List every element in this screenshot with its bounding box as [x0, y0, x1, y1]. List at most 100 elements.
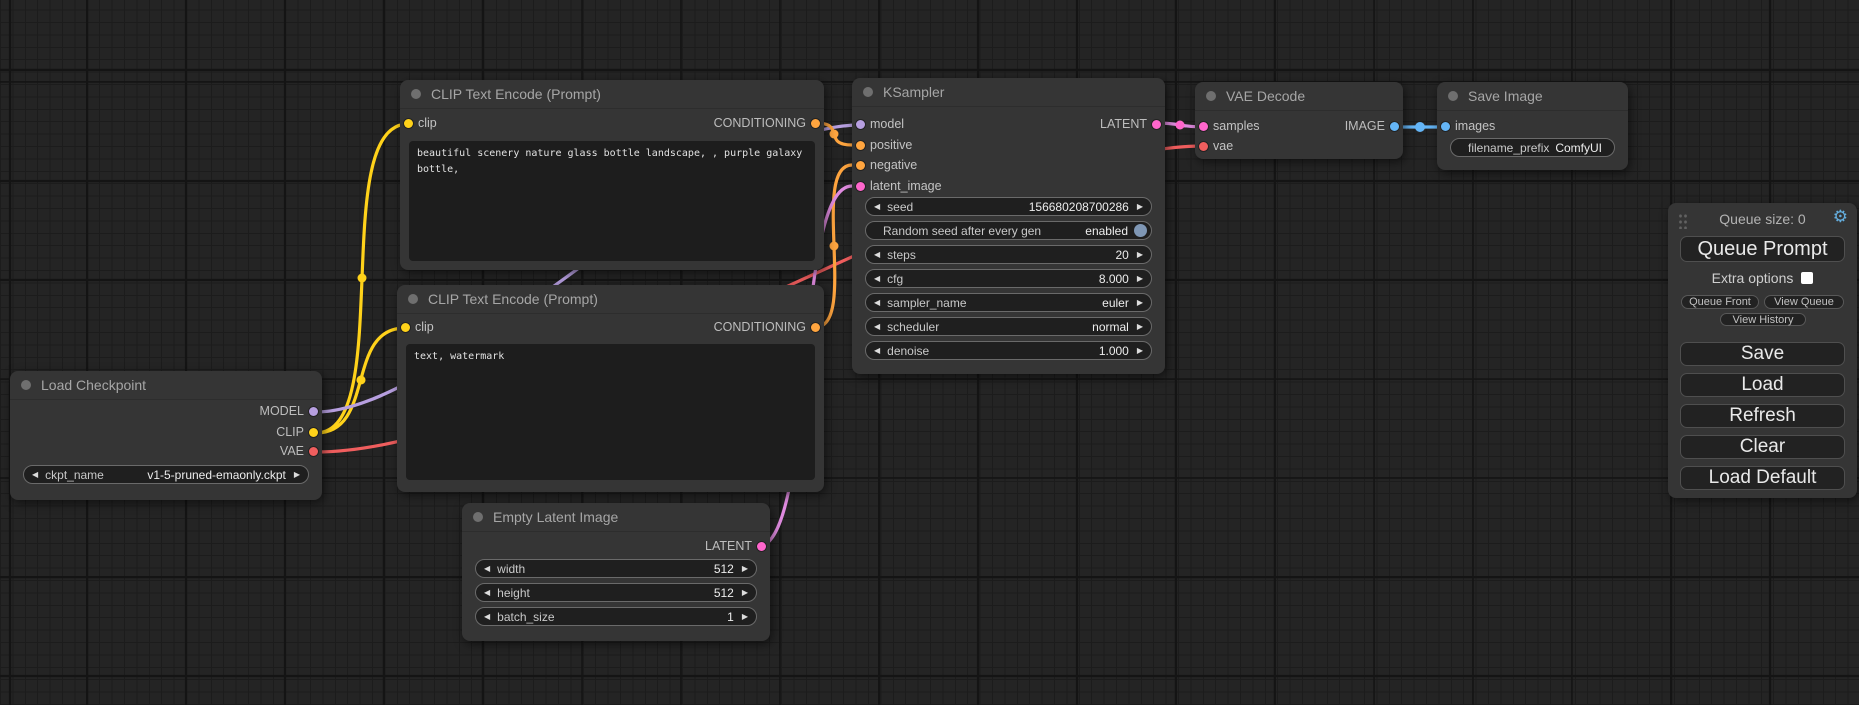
widget-scheduler[interactable]: ◀ scheduler normal ▶: [865, 317, 1152, 336]
port-clip-input[interactable]: [401, 323, 410, 332]
increment-arrow-icon[interactable]: ▶: [1137, 299, 1143, 307]
widget-height[interactable]: ◀ height 512 ▶: [475, 583, 757, 602]
view-queue-button[interactable]: View Queue: [1764, 295, 1844, 309]
queue-front-button[interactable]: Queue Front: [1681, 295, 1759, 309]
port-image-output[interactable]: [1390, 122, 1399, 131]
increment-arrow-icon[interactable]: ▶: [1137, 203, 1143, 211]
node-header[interactable]: CLIP Text Encode (Prompt): [400, 80, 824, 109]
decrement-arrow-icon[interactable]: ◀: [874, 323, 880, 331]
increment-arrow-icon[interactable]: ▶: [742, 589, 748, 597]
port-positive-input[interactable]: [856, 141, 865, 150]
node-header[interactable]: CLIP Text Encode (Prompt): [397, 285, 824, 314]
toggle-circle-icon[interactable]: [1134, 224, 1147, 237]
node-load-checkpoint[interactable]: Load Checkpoint MODEL CLIP VAE ◀ ckpt_na…: [10, 371, 322, 500]
port-model-input[interactable]: [856, 120, 865, 129]
collapse-dot-icon[interactable]: [411, 89, 421, 99]
widget-denoise[interactable]: ◀ denoise 1.000 ▶: [865, 341, 1152, 360]
widget-width[interactable]: ◀ width 512 ▶: [475, 559, 757, 578]
output-label: CONDITIONING: [714, 320, 806, 334]
increment-arrow-icon[interactable]: ▶: [1137, 251, 1143, 259]
port-conditioning-output[interactable]: [811, 323, 820, 332]
port-clip-output[interactable]: [309, 428, 318, 437]
node-clip-text-encode-negative[interactable]: CLIP Text Encode (Prompt) clip CONDITION…: [397, 285, 824, 492]
widget-label: batch_size: [497, 610, 554, 624]
collapse-dot-icon[interactable]: [21, 380, 31, 390]
widget-random-seed-toggle[interactable]: Random seed after every gen enabled: [865, 221, 1152, 240]
widget-value: 156680208700286: [1029, 200, 1129, 214]
prompt-textarea[interactable]: beautiful scenery nature glass bottle la…: [409, 141, 815, 261]
decrement-arrow-icon[interactable]: ◀: [874, 275, 880, 283]
gear-icon[interactable]: ⚙: [1833, 208, 1848, 225]
node-clip-text-encode-positive[interactable]: CLIP Text Encode (Prompt) clip CONDITION…: [400, 80, 824, 270]
extra-options-checkbox[interactable]: [1801, 272, 1813, 284]
widget-steps[interactable]: ◀ steps 20 ▶: [865, 245, 1152, 264]
queue-prompt-button[interactable]: Queue Prompt: [1680, 236, 1845, 262]
decrement-arrow-icon[interactable]: ◀: [484, 589, 490, 597]
decrement-arrow-icon[interactable]: ◀: [484, 613, 490, 621]
node-header[interactable]: KSampler: [852, 78, 1165, 107]
widget-label: denoise: [887, 344, 929, 358]
node-title: KSampler: [883, 84, 944, 100]
node-ksampler[interactable]: KSampler model LATENT positive negative …: [852, 78, 1165, 374]
increment-arrow-icon[interactable]: ▶: [1137, 347, 1143, 355]
node-header[interactable]: Empty Latent Image: [462, 503, 770, 532]
widget-label: width: [497, 562, 525, 576]
port-conditioning-output[interactable]: [811, 119, 820, 128]
save-button[interactable]: Save: [1680, 342, 1845, 366]
widget-ckpt-name[interactable]: ◀ ckpt_name v1-5-pruned-emaonly.ckpt ▶: [23, 465, 309, 484]
widget-value: 512: [714, 562, 734, 576]
increment-arrow-icon[interactable]: ▶: [1137, 275, 1143, 283]
port-latent-output[interactable]: [757, 542, 766, 551]
increment-arrow-icon[interactable]: ▶: [294, 471, 300, 479]
node-vae-decode[interactable]: VAE Decode samples IMAGE vae: [1195, 82, 1403, 159]
link-midpoint-dot: [1415, 122, 1425, 132]
collapse-dot-icon[interactable]: [473, 512, 483, 522]
decrement-arrow-icon[interactable]: ◀: [484, 565, 490, 573]
decrement-arrow-icon[interactable]: ◀: [874, 251, 880, 259]
decrement-arrow-icon[interactable]: ◀: [874, 203, 880, 211]
load-button[interactable]: Load: [1680, 373, 1845, 397]
port-negative-input[interactable]: [856, 161, 865, 170]
widget-cfg[interactable]: ◀ cfg 8.000 ▶: [865, 269, 1152, 288]
widget-batch-size[interactable]: ◀ batch_size 1 ▶: [475, 607, 757, 626]
port-latent-output[interactable]: [1152, 120, 1161, 129]
node-header[interactable]: VAE Decode: [1195, 82, 1403, 111]
port-vae-output[interactable]: [309, 447, 318, 456]
node-empty-latent-image[interactable]: Empty Latent Image LATENT ◀ width 512 ▶ …: [462, 503, 770, 641]
port-model-output[interactable]: [309, 407, 318, 416]
decrement-arrow-icon[interactable]: ◀: [874, 299, 880, 307]
widget-seed[interactable]: ◀ seed 156680208700286 ▶: [865, 197, 1152, 216]
node-save-image[interactable]: Save Image images filename_prefix ComfyU…: [1437, 82, 1628, 170]
collapse-dot-icon[interactable]: [1448, 91, 1458, 101]
port-vae-input[interactable]: [1199, 142, 1208, 151]
refresh-button[interactable]: Refresh: [1680, 404, 1845, 428]
widget-filename-prefix[interactable]: filename_prefix ComfyUI: [1450, 138, 1615, 157]
decrement-arrow-icon[interactable]: ◀: [32, 471, 38, 479]
view-history-button[interactable]: View History: [1720, 313, 1806, 326]
load-default-button[interactable]: Load Default: [1680, 466, 1845, 490]
node-header[interactable]: Save Image: [1437, 82, 1628, 111]
widget-sampler-name[interactable]: ◀ sampler_name euler ▶: [865, 293, 1152, 312]
collapse-dot-icon[interactable]: [863, 87, 873, 97]
widget-label: sampler_name: [887, 296, 966, 310]
increment-arrow-icon[interactable]: ▶: [742, 565, 748, 573]
output-label: VAE: [280, 444, 304, 458]
port-samples-input[interactable]: [1199, 122, 1208, 131]
widget-value: 1.000: [1099, 344, 1129, 358]
link-midpoint-dot: [1176, 121, 1185, 130]
widget-value: 8.000: [1099, 272, 1129, 286]
output-label: MODEL: [260, 404, 304, 418]
widget-label: height: [497, 586, 530, 600]
prompt-textarea[interactable]: text, watermark: [406, 344, 815, 480]
widget-value: v1-5-pruned-emaonly.ckpt: [147, 468, 286, 482]
port-images-input[interactable]: [1441, 122, 1450, 131]
collapse-dot-icon[interactable]: [408, 294, 418, 304]
decrement-arrow-icon[interactable]: ◀: [874, 347, 880, 355]
clear-button[interactable]: Clear: [1680, 435, 1845, 459]
port-clip-input[interactable]: [404, 119, 413, 128]
port-latent-image-input[interactable]: [856, 182, 865, 191]
increment-arrow-icon[interactable]: ▶: [742, 613, 748, 621]
node-header[interactable]: Load Checkpoint: [10, 371, 322, 400]
collapse-dot-icon[interactable]: [1206, 91, 1216, 101]
increment-arrow-icon[interactable]: ▶: [1137, 323, 1143, 331]
